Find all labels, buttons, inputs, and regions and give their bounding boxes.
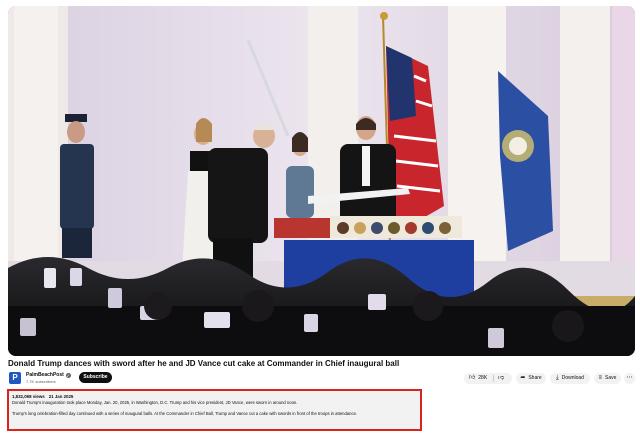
subscribe-button[interactable]: Subscribe xyxy=(79,372,112,383)
thumbs-down-icon[interactable]: 👎︎ xyxy=(498,373,504,384)
share-icon: ➦ xyxy=(520,375,526,381)
video-player[interactable] xyxy=(8,6,635,356)
thumbs-up-icon: 👍︎ xyxy=(469,375,476,381)
video-title: Donald Trump dances with sword after he … xyxy=(8,359,400,368)
save-button[interactable]: ≡ Save xyxy=(594,373,621,384)
save-label: Save xyxy=(605,375,617,381)
share-button[interactable]: ➦ Share xyxy=(516,373,546,384)
like-divider xyxy=(493,375,494,382)
save-icon: ≡ xyxy=(598,375,603,381)
channel-name-link[interactable]: PalmBeachPost ✓ xyxy=(26,372,71,378)
description-box[interactable]: 1,832,098 views 21 Jan 2025 Donald Trump… xyxy=(7,389,422,431)
check-icon: ✓ xyxy=(65,372,71,378)
description-line-2: Trump's long celebration-filled day cont… xyxy=(12,411,358,416)
download-label: Download xyxy=(561,375,584,381)
video-frame xyxy=(8,6,635,356)
more-horizontal-icon[interactable]: ⋯ xyxy=(624,373,635,384)
subscriber-count: 7.7K subscribers xyxy=(26,379,56,384)
channel-avatar[interactable]: P xyxy=(9,372,21,384)
like-count: 28K xyxy=(478,375,488,381)
share-label: Share xyxy=(528,375,542,381)
download-icon: ⤓ xyxy=(556,375,559,381)
channel-name: PalmBeachPost xyxy=(26,372,64,378)
download-button[interactable]: ⤓ Download xyxy=(550,373,590,384)
like-button[interactable]: 👍︎ 28K 👎︎ xyxy=(464,373,512,384)
